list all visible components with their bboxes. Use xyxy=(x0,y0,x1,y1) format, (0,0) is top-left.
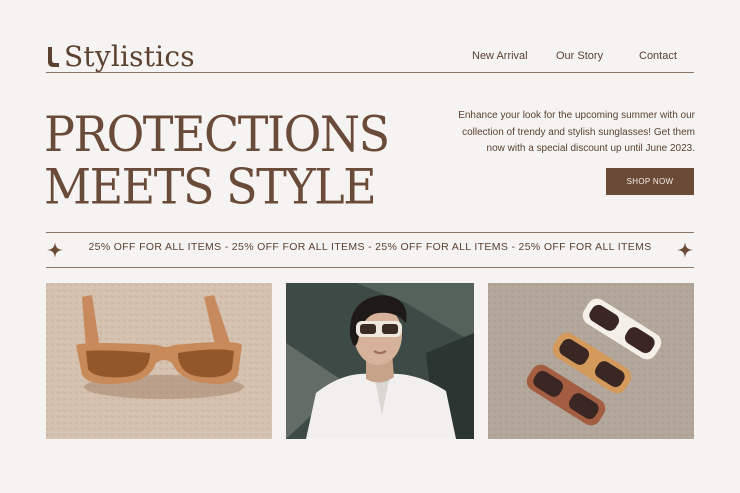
woman-portrait-image xyxy=(286,283,474,439)
hero-description: Enhance your look for the upcoming summe… xyxy=(458,110,695,154)
brand-logo[interactable]: Stylistics xyxy=(46,40,195,74)
promo-top-divider xyxy=(46,232,694,233)
hero-title-line-1: PROTECTIONS xyxy=(44,105,390,163)
sparkle-icon-right xyxy=(677,242,693,258)
hero-title-line-2: MEETS STYLE xyxy=(44,158,377,216)
nav-new-arrival[interactable]: New Arrival xyxy=(472,50,528,62)
woman-wearing-sunglasses-photo[interactable] xyxy=(286,283,474,439)
three-sunglasses-flatlay-photo[interactable] xyxy=(488,283,694,439)
sunglasses-on-sand-image xyxy=(46,283,272,439)
sparkle-icon-left xyxy=(47,242,63,258)
hero-title: PROTECTIONS MEETS STYLE xyxy=(44,108,444,213)
sunglasses-flatlay-image xyxy=(488,283,694,439)
nav-contact[interactable]: Contact xyxy=(639,50,677,62)
shop-now-button[interactable]: SHOP NOW xyxy=(606,168,694,195)
brand-name: Stylistics xyxy=(64,40,195,73)
nav-our-story[interactable]: Our Story xyxy=(556,50,603,62)
logo-mark-icon xyxy=(48,47,59,67)
promo-marquee: 25% OFF FOR ALL ITEMS - 25% OFF FOR ALL … xyxy=(88,241,652,253)
sunglasses-on-sand-photo[interactable] xyxy=(46,283,272,439)
header-divider xyxy=(46,72,694,73)
promo-bottom-divider xyxy=(46,267,694,268)
